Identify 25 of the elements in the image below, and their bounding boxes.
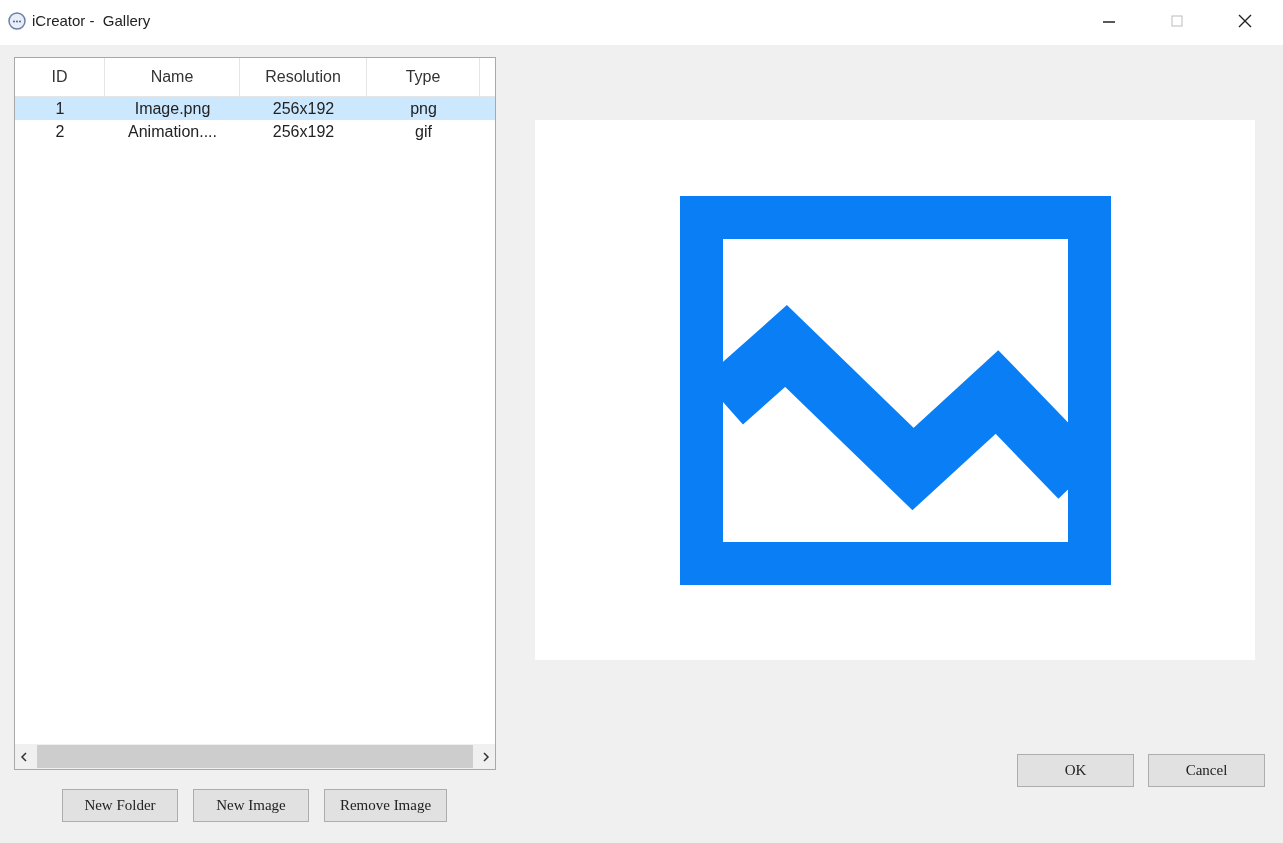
- column-header[interactable]: Resolution: [240, 58, 367, 96]
- scroll-right-icon[interactable]: [481, 751, 491, 762]
- table-row[interactable]: 1 Image.png 256x192 png: [15, 97, 495, 120]
- new-image-button[interactable]: New Image: [193, 789, 309, 822]
- table-cell-text: Animation....: [127, 122, 218, 141]
- new-folder-button[interactable]: New Folder: [62, 789, 178, 822]
- table-row[interactable]: 2 Animation.... 256x192 gif: [15, 120, 495, 143]
- cancel-button[interactable]: Cancel: [1148, 754, 1265, 787]
- table-cell-text: png: [409, 99, 438, 118]
- horizontal-scrollbar[interactable]: [15, 744, 495, 769]
- table-cell-text: 256x192: [271, 99, 336, 118]
- remove-image-button[interactable]: Remove Image: [324, 789, 447, 822]
- app-icon: [8, 11, 26, 30]
- window-title: iCreator - Gallery: [32, 12, 151, 29]
- table-cell-text: Image.png: [133, 99, 212, 118]
- ok-button[interactable]: OK: [1017, 754, 1134, 787]
- column-header[interactable]: ID: [15, 58, 105, 96]
- column-header[interactable]: Type: [367, 58, 480, 96]
- table-cell-text: 1: [54, 99, 66, 118]
- table-cell-text: gif: [414, 122, 433, 141]
- close-icon[interactable]: [1237, 12, 1253, 29]
- table-cell-text: 2: [54, 122, 66, 141]
- table-cell-text: 256x192: [271, 122, 336, 141]
- column-header[interactable]: Name: [105, 58, 240, 96]
- scroll-left-icon[interactable]: [19, 751, 29, 762]
